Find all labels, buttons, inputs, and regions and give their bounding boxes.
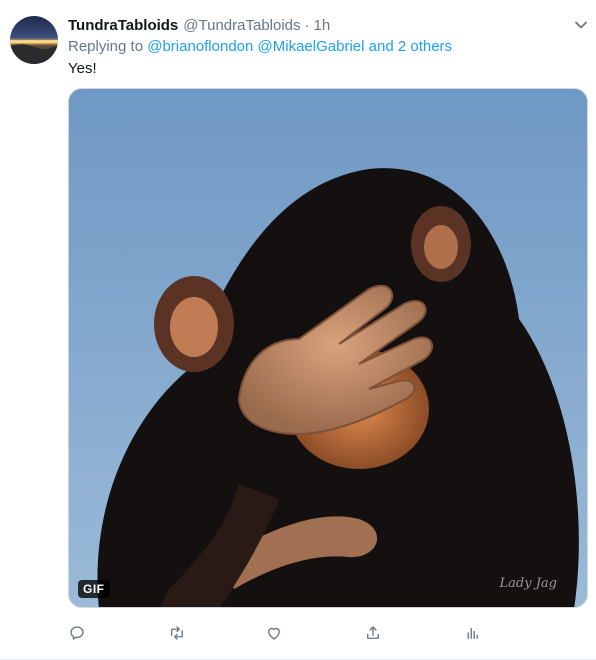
like-icon xyxy=(268,627,280,640)
tweet-header: TundraTabloids @TundraTabloids · 1h xyxy=(68,16,330,35)
gif-media[interactable]: GIF Lady Jag xyxy=(68,88,588,608)
avatar[interactable] xyxy=(10,16,58,64)
retweet-icon xyxy=(171,626,183,640)
tweet-actions xyxy=(60,616,500,652)
replying-label: Replying to xyxy=(68,38,144,55)
tweet[interactable]: TundraTabloids @TundraTabloids · 1h Repl… xyxy=(0,0,596,660)
analytics-icon xyxy=(467,627,478,639)
chevron-down-icon[interactable] xyxy=(574,18,588,32)
tweet-text: Yes! xyxy=(68,60,97,77)
replying-to: Replying to @brianoflondon @MikaelGabrie… xyxy=(68,38,452,55)
analytics-button[interactable] xyxy=(455,616,489,650)
reply-icon xyxy=(70,626,84,640)
display-name[interactable]: TundraTabloids xyxy=(68,17,178,34)
like-button[interactable] xyxy=(257,616,291,650)
user-handle[interactable]: @TundraTabloids xyxy=(183,17,300,34)
and-label[interactable]: and xyxy=(369,38,394,55)
share-button[interactable] xyxy=(356,616,390,650)
share-icon xyxy=(367,626,379,639)
timestamp[interactable]: 1h xyxy=(314,17,331,34)
watermark: Lady Jag xyxy=(499,576,557,591)
mention-brianoflondon[interactable]: @brianoflondon xyxy=(147,38,253,55)
chimp-facepalm-image xyxy=(69,89,587,607)
mention-mikaelgabriel[interactable]: @MikaelGabriel xyxy=(258,38,365,55)
separator: · xyxy=(304,17,310,34)
gif-badge: GIF xyxy=(78,580,110,598)
retweet-button[interactable] xyxy=(160,616,194,650)
others-link[interactable]: 2 others xyxy=(398,38,452,55)
reply-button[interactable] xyxy=(60,616,94,650)
